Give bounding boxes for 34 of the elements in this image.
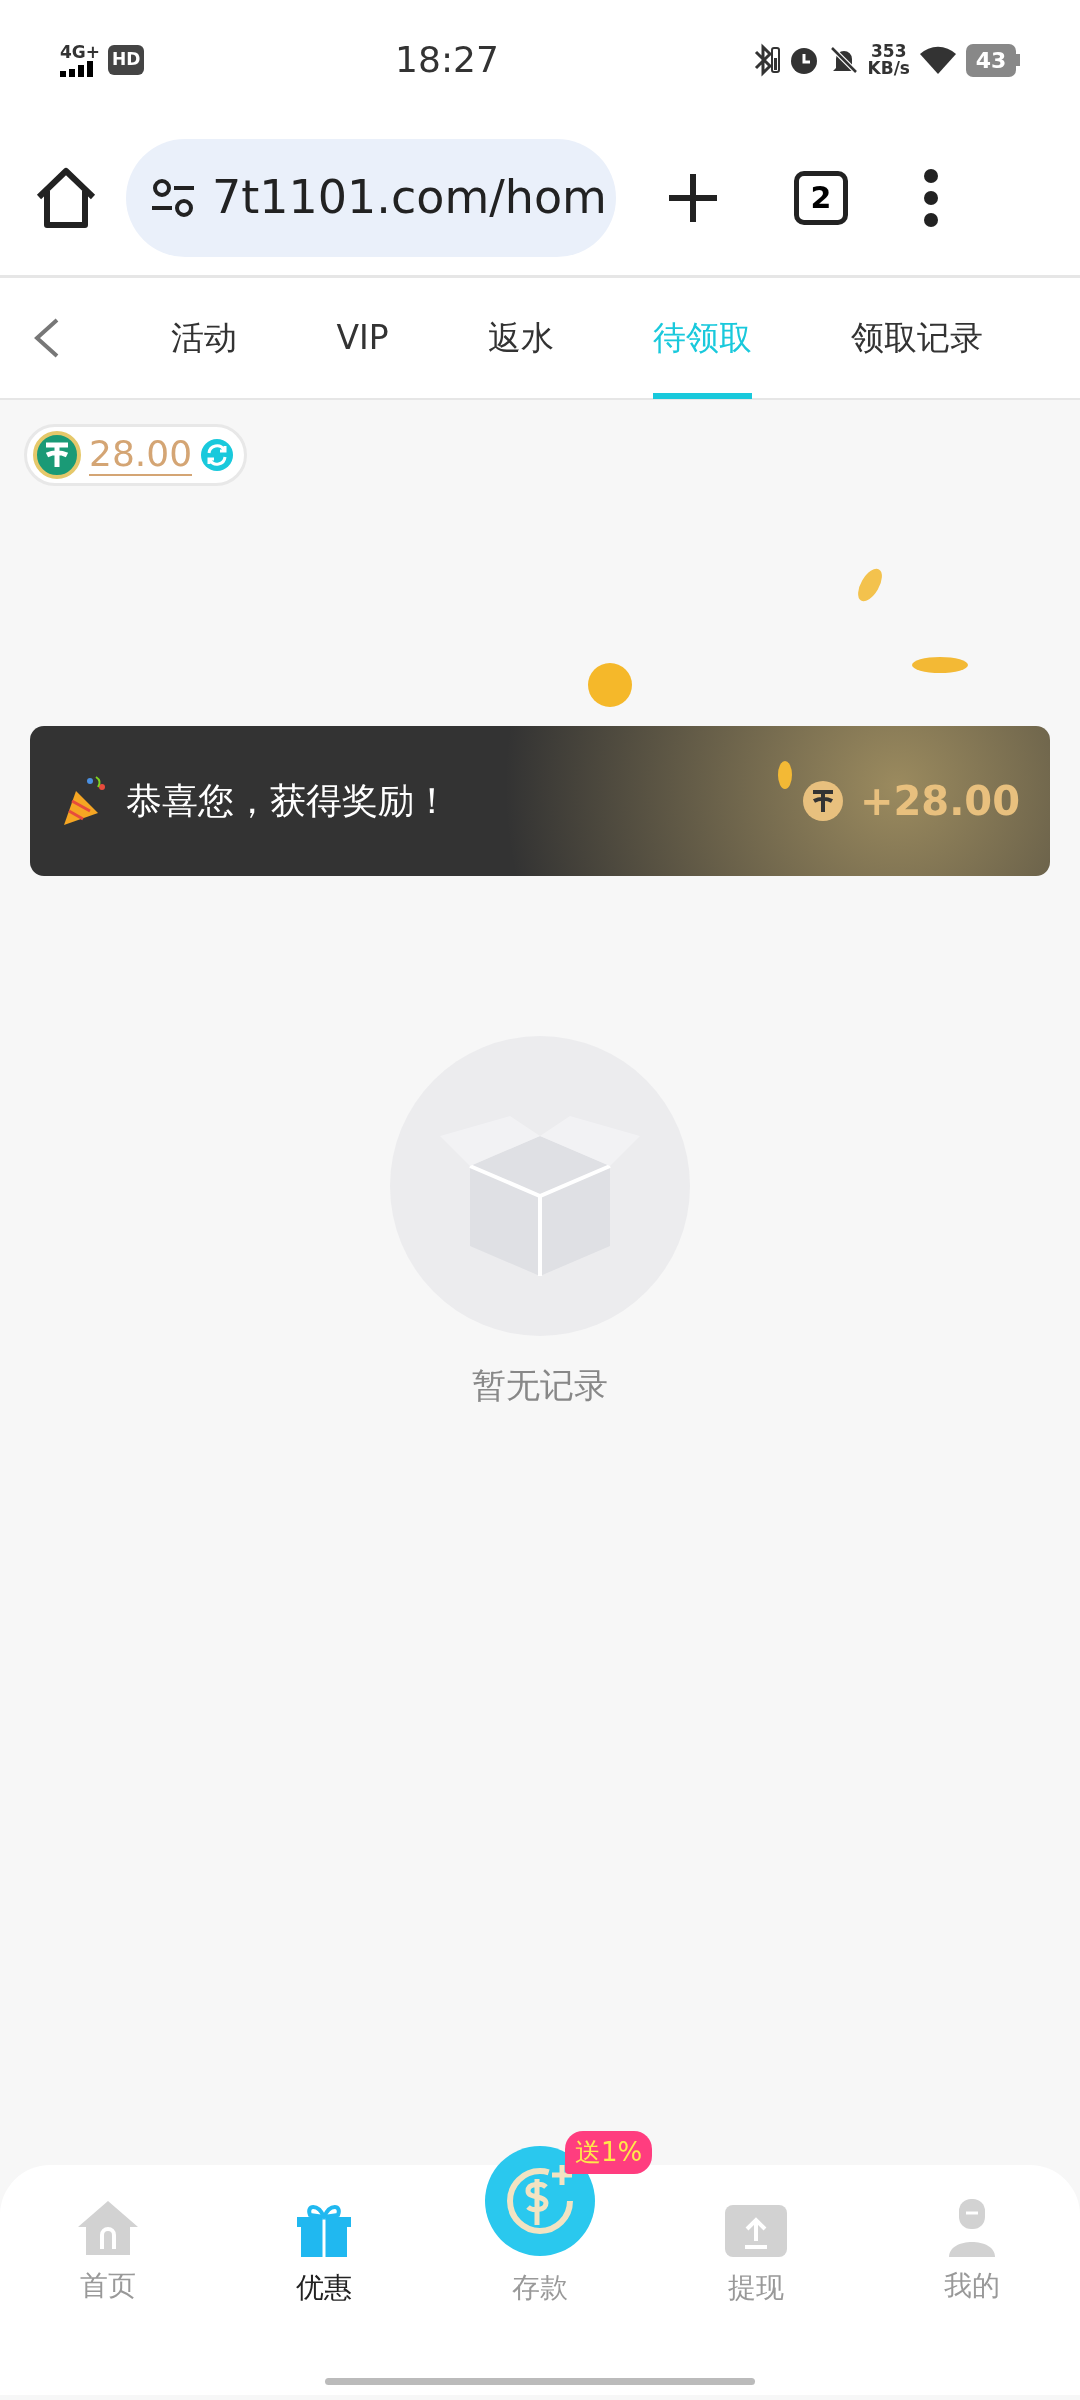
battery-level: 43 [966,43,1016,77]
tab[interactable]: 返水 [487,277,554,399]
house-icon [76,2199,140,2257]
empty-message: 暂无记录 [472,1364,608,1407]
toast-message: 恭喜您，获得奖励！ [126,779,451,823]
tab[interactable]: VIP [336,277,389,399]
nav-label: 存款 [512,2270,568,2306]
nav-label: 优惠 [296,2270,352,2306]
address-bar[interactable]: 7t1101.com/hom [126,138,616,257]
reward-amount: +28.00 [859,777,1020,826]
tab[interactable]: 活动 [171,277,238,399]
nav-tab[interactable]: 优惠 [216,2165,432,2395]
wifi-icon [918,44,958,76]
hd-label: HD [108,45,145,75]
url-text: 7t1101.com/hom [212,169,607,226]
speed-unit: KB/s [867,60,910,77]
nav-label: 首页 [80,2268,136,2304]
person-icon [947,2199,997,2257]
tab[interactable]: 领取记录 [850,277,983,399]
more-icon [921,167,941,228]
promo-tag: 送1% [565,2131,653,2174]
balance-amount: 28.00 [89,434,193,476]
refresh-icon [200,438,235,472]
nav-label: 我的 [944,2268,1000,2304]
signal-icon [60,60,96,77]
coin-icon [33,431,81,479]
coin-icon [801,780,844,822]
tab-count-button[interactable]: 2 [794,170,848,225]
nav-label: 提现 [728,2270,784,2306]
clock: 18:27 [395,39,499,80]
site-settings-icon [150,177,196,218]
network-speed: 353 [870,43,908,60]
battery-tip-icon [1016,54,1020,66]
network-label: 4G+ [60,43,101,61]
